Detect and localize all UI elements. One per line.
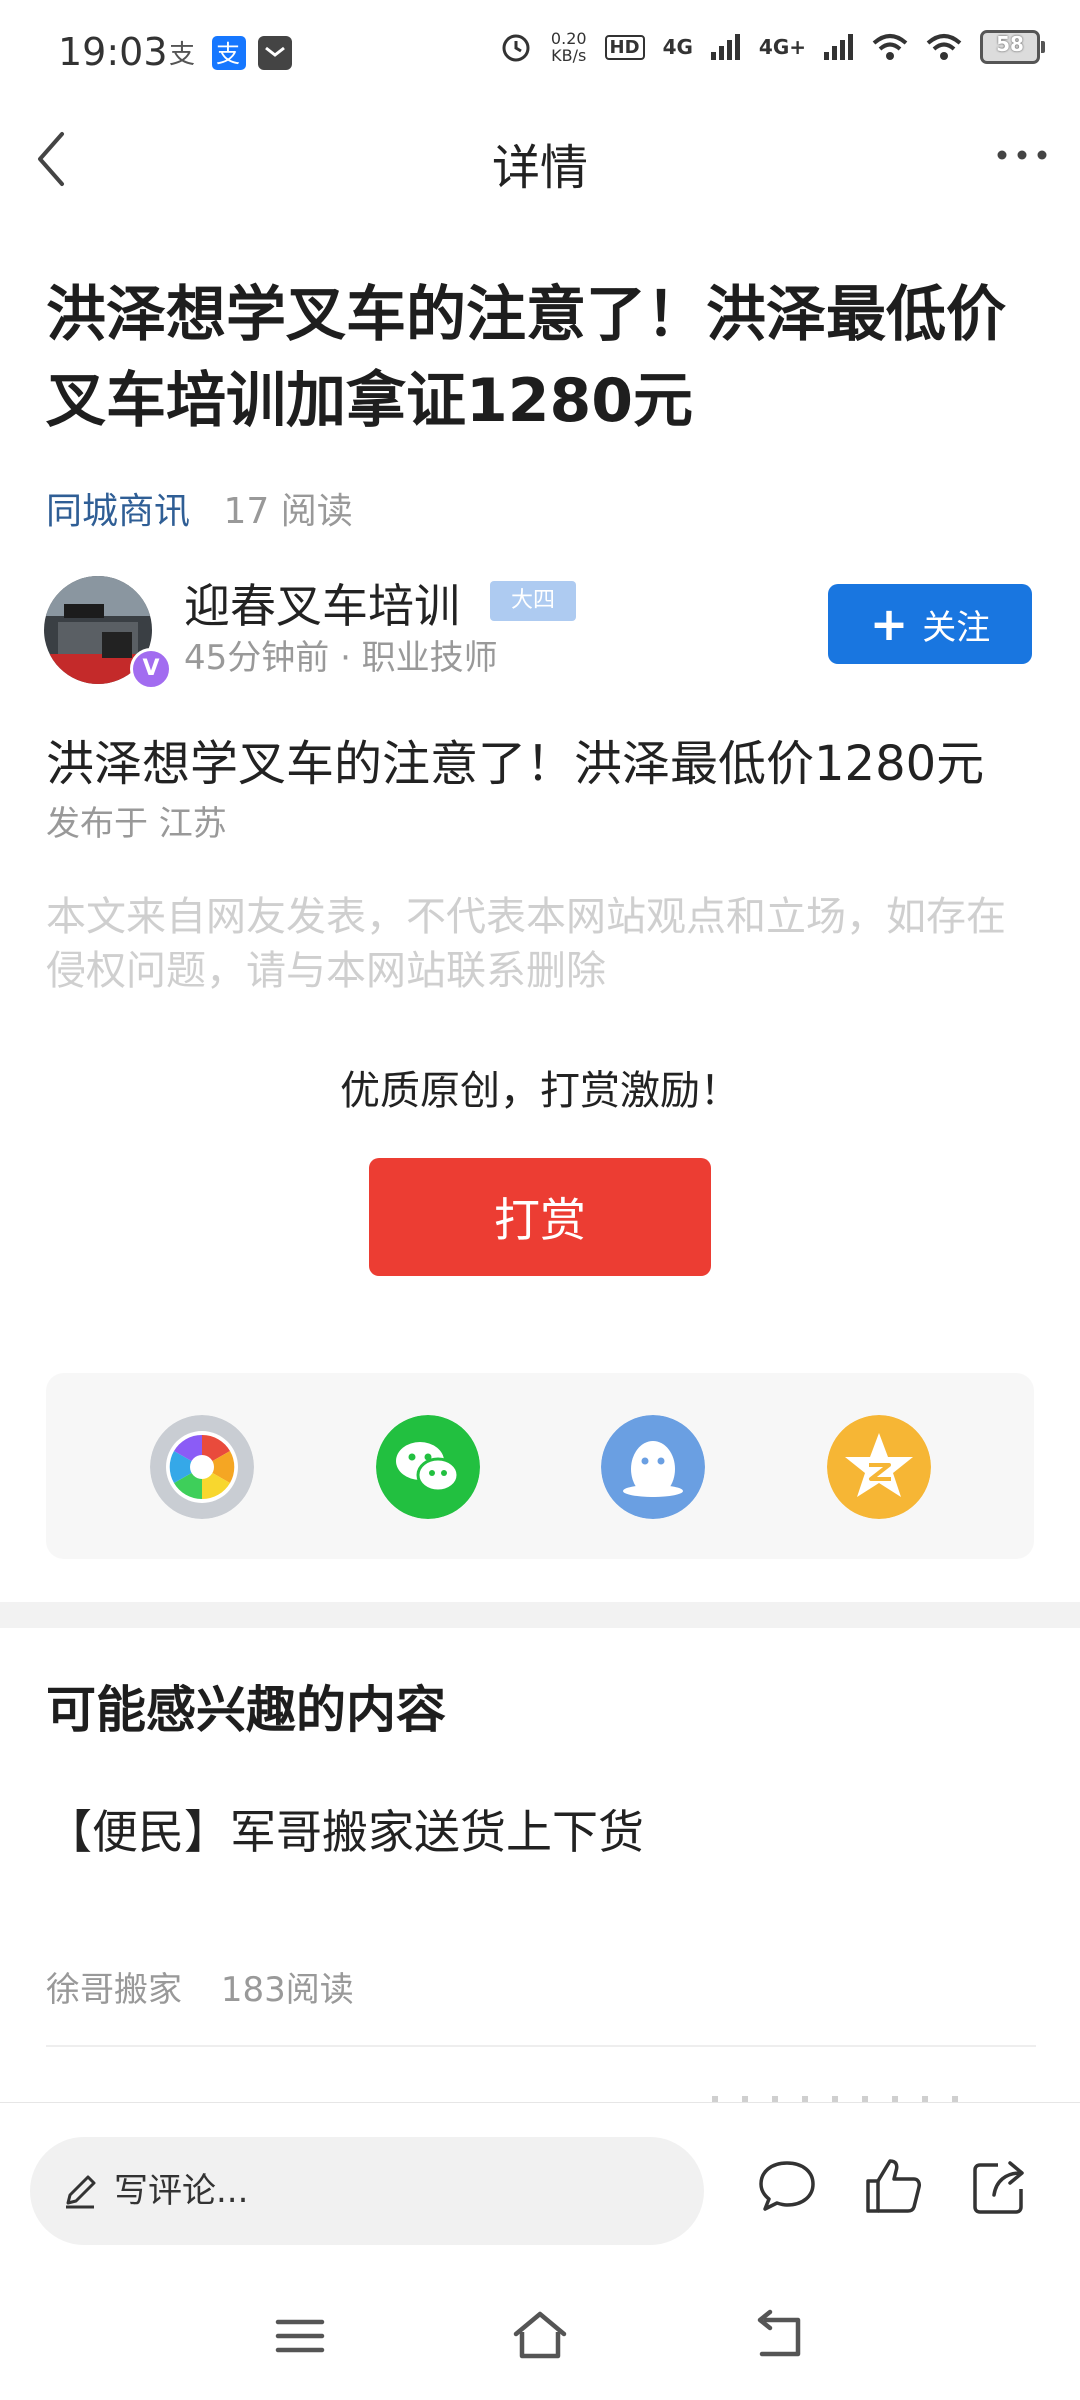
signal-icon bbox=[824, 34, 853, 60]
svg-text:支: 支 bbox=[169, 40, 195, 70]
alarm-icon bbox=[502, 34, 530, 62]
battery-level: 58 bbox=[996, 32, 1024, 56]
follow-label: 关注 bbox=[922, 607, 991, 648]
pencil-icon bbox=[66, 2175, 96, 2209]
qq-share-icon[interactable] bbox=[601, 1415, 705, 1519]
source-link[interactable]: 同城商讯 bbox=[46, 491, 190, 532]
net-speed-value: 0.20 bbox=[550, 29, 587, 48]
share-panel bbox=[46, 1373, 1034, 1559]
signal-4g-plus: 4G+ bbox=[758, 35, 806, 59]
qzone-share-icon[interactable] bbox=[827, 1415, 931, 1519]
publish-location: 发布于 江苏 bbox=[46, 804, 227, 844]
verified-badge: V bbox=[130, 648, 172, 690]
home-icon[interactable] bbox=[512, 2308, 568, 2364]
list-divider bbox=[46, 2045, 1036, 2047]
wifi-icon bbox=[926, 34, 962, 60]
net-speed-unit: KB/s bbox=[551, 46, 587, 65]
follow-button[interactable]: + 关注 bbox=[828, 584, 1032, 664]
alipay-app-icon: 支 bbox=[212, 36, 246, 70]
comment-input[interactable] bbox=[112, 2170, 676, 2212]
share-icon[interactable] bbox=[968, 2155, 1030, 2217]
article-meta: 同城商讯 17 阅读 bbox=[46, 482, 353, 534]
battery-icon: 58 bbox=[980, 30, 1045, 64]
comment-icon[interactable] bbox=[756, 2155, 818, 2217]
article-body-title: 洪泽想学叉车的注意了！洪泽最低价1280元 bbox=[46, 736, 985, 792]
section-divider bbox=[0, 1602, 1080, 1628]
menu-icon[interactable] bbox=[272, 2308, 328, 2364]
read-count: 17 阅读 bbox=[223, 491, 353, 532]
status-time: 19:03 bbox=[58, 30, 168, 74]
reward-button[interactable]: 打赏 bbox=[369, 1158, 711, 1276]
status-bar: 19:03 支 支 0.20 KB/s HD 4G 4G+ 58 bbox=[0, 0, 1080, 100]
status-indicators: 0.20 KB/s HD 4G 4G+ 58 bbox=[499, 30, 1045, 64]
author-name[interactable]: 迎春叉车培训 bbox=[184, 570, 460, 636]
recommend-item-author: 徐哥搬家 bbox=[46, 1970, 182, 2010]
signal-4g: 4G bbox=[662, 35, 693, 59]
page-title: 详情 bbox=[491, 140, 588, 196]
plus-icon: + bbox=[869, 597, 909, 651]
more-options-icon[interactable] bbox=[992, 140, 1052, 170]
hd-icon: HD bbox=[604, 34, 645, 60]
wechat-share-icon[interactable] bbox=[376, 1415, 480, 1519]
recommend-heading: 可能感兴趣的内容 bbox=[46, 1681, 446, 1739]
moments-share-icon[interactable] bbox=[150, 1415, 254, 1519]
article-headline: 洪泽想学叉车的注意了！洪泽最低价叉车培训加拿证1280元 bbox=[46, 280, 1006, 436]
back-nav-icon[interactable] bbox=[752, 2308, 808, 2364]
top-nav: 详情 bbox=[0, 100, 1080, 215]
wifi-icon bbox=[872, 34, 908, 60]
post-time-role: 45分钟前 · 职业技师 bbox=[184, 638, 498, 678]
reward-prompt: 优质原创，打赏激励！ bbox=[340, 1068, 740, 1114]
system-nav-bar bbox=[0, 2270, 1080, 2400]
like-icon[interactable] bbox=[862, 2155, 924, 2217]
recommend-item-reads: 183阅读 bbox=[220, 1970, 354, 2010]
disclaimer-text: 本文来自网友发表，不代表本网站观点和立场，如存在侵权问题，请与本网站联系删除 bbox=[46, 894, 1006, 994]
comment-box[interactable] bbox=[30, 2137, 704, 2245]
alipay-small-icon: 支 bbox=[169, 40, 195, 70]
svg-text:支: 支 bbox=[216, 40, 240, 68]
author-level-badge: 大四 bbox=[490, 581, 576, 621]
signal-icon bbox=[710, 34, 740, 60]
net-speed: 0.20 KB/s bbox=[551, 30, 587, 64]
comment-bar bbox=[0, 2102, 1080, 2271]
recommend-item-meta: 徐哥搬家 183阅读 bbox=[46, 1962, 354, 2011]
recommend-item-title[interactable]: 【便民】军哥搬家送货上下货 bbox=[46, 1796, 644, 1862]
message-icon bbox=[258, 36, 292, 70]
